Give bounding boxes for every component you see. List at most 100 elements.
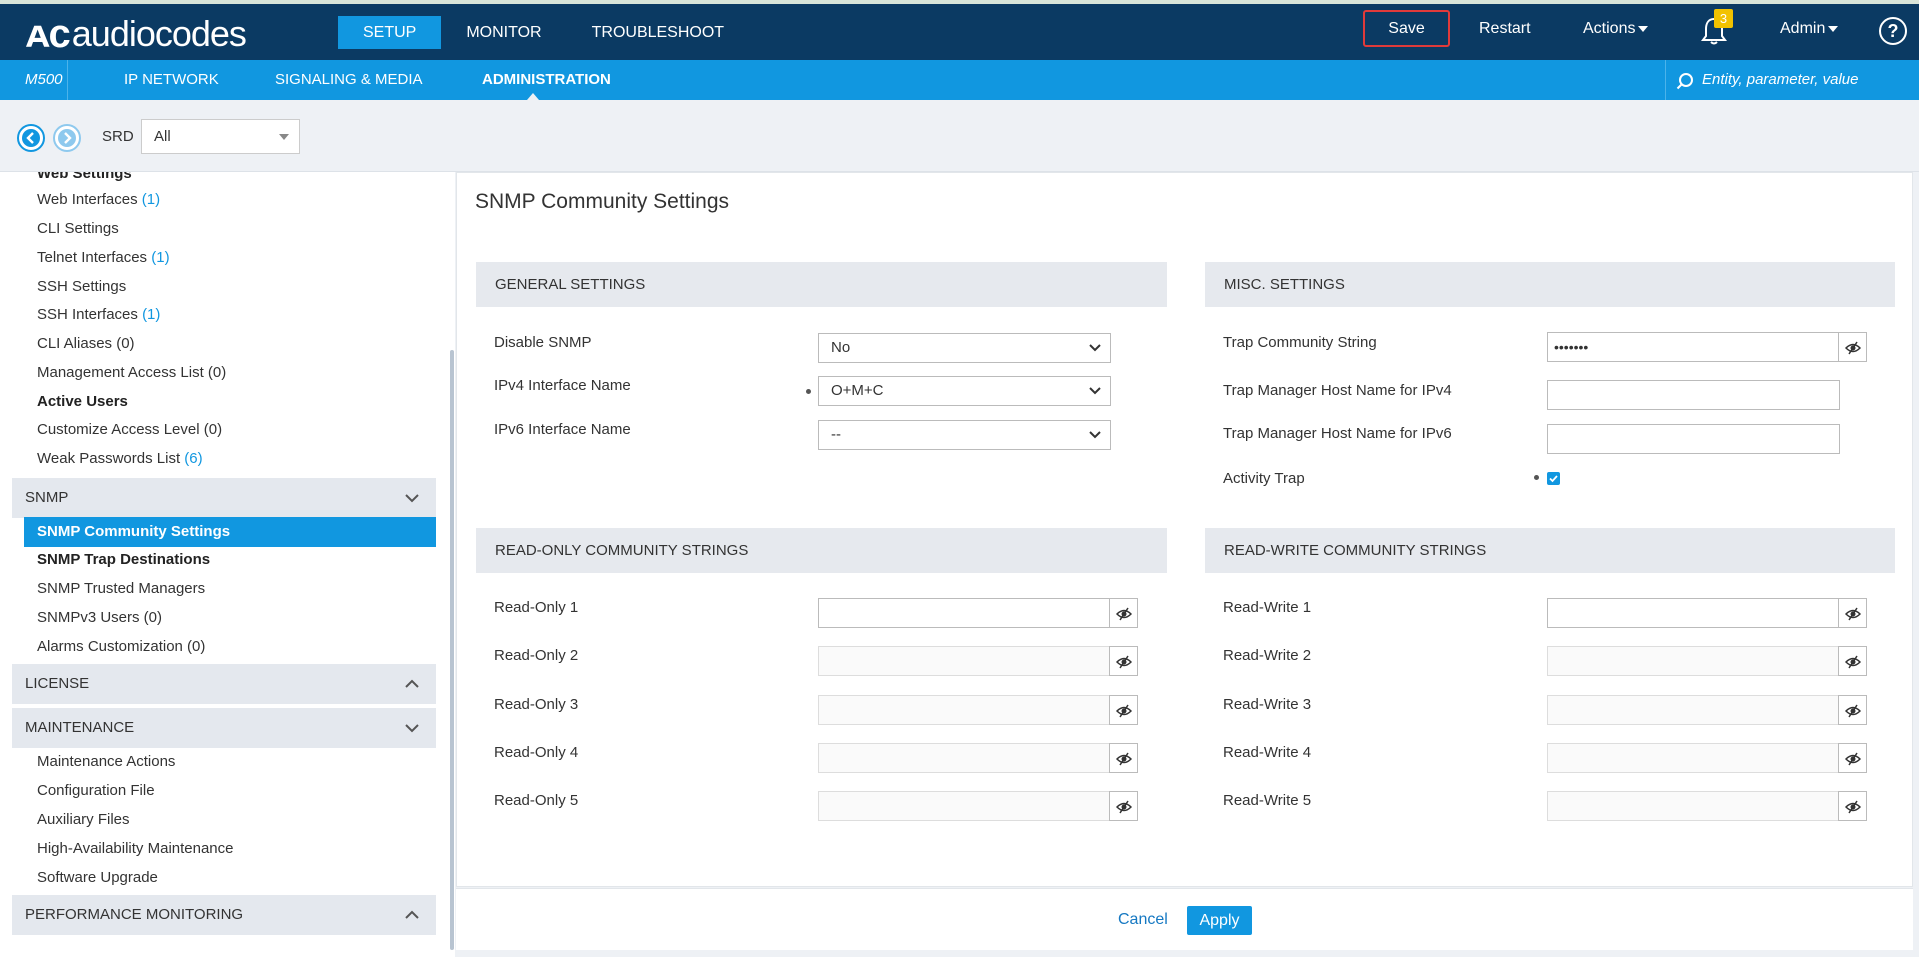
sidebar-item-cli-settings[interactable]: CLI Settings <box>37 220 119 237</box>
tab-troubleshoot[interactable]: TROUBLESHOOT <box>567 16 749 49</box>
eye-slash-icon <box>1845 800 1861 814</box>
trap-community-string-input[interactable]: ••••••• <box>1547 332 1840 362</box>
show-password-button[interactable] <box>1838 743 1867 773</box>
tab-signaling-media[interactable]: SIGNALING & MEDIA <box>275 60 423 100</box>
disable-snmp-select[interactable]: No <box>818 333 1111 363</box>
caret-down-icon <box>1828 25 1839 32</box>
arrow-left-icon <box>22 129 40 147</box>
sidebar-section-maintenance[interactable]: MAINTENANCE <box>12 708 436 748</box>
modified-indicator <box>1534 475 1539 480</box>
sidebar-item-configuration-file[interactable]: Configuration File <box>37 782 155 799</box>
read-write-1-label: Read-Write 1 <box>1223 599 1312 616</box>
tab-monitor[interactable]: MONITOR <box>441 16 566 49</box>
form-footer <box>456 888 1913 950</box>
chevron-up-icon <box>405 910 419 919</box>
sidebar-item-ssh-settings[interactable]: SSH Settings <box>37 278 126 295</box>
toolbar: SRD All <box>0 100 1919 172</box>
chevron-down-icon <box>1089 387 1101 395</box>
notification-badge: 3 <box>1714 9 1733 28</box>
apply-button[interactable]: Apply <box>1187 906 1252 935</box>
read-only-4-input[interactable] <box>818 743 1111 773</box>
show-password-button[interactable] <box>1838 332 1867 362</box>
save-button[interactable]: Save <box>1363 10 1450 47</box>
sidebar: Web Settings Web Interfaces (1) CLI Sett… <box>0 172 455 957</box>
show-password-button[interactable] <box>1838 695 1867 725</box>
read-write-3-input[interactable] <box>1547 695 1840 725</box>
disable-snmp-value: No <box>831 339 851 356</box>
show-password-button[interactable] <box>1109 743 1138 773</box>
sidebar-item-software-upgrade[interactable]: Software Upgrade <box>37 869 158 886</box>
tab-administration[interactable]: ADMINISTRATION <box>482 60 611 100</box>
srd-select[interactable]: All <box>141 119 300 154</box>
read-write-2-input[interactable] <box>1547 646 1840 676</box>
sidebar-section-license[interactable]: LICENSE <box>12 664 436 704</box>
sidebar-item-cli-aliases[interactable]: CLI Aliases (0) <box>37 335 135 352</box>
trap-manager-ipv4-input[interactable] <box>1547 380 1840 410</box>
sidebar-section-performance-monitoring[interactable]: PERFORMANCE MONITORING <box>12 895 436 935</box>
show-password-button[interactable] <box>1838 598 1867 628</box>
show-password-button[interactable] <box>1838 646 1867 676</box>
ipv4-interface-select[interactable]: O+M+C <box>818 376 1111 406</box>
eye-slash-icon <box>1116 704 1132 718</box>
tab-ip-network[interactable]: IP NETWORK <box>124 60 219 100</box>
sidebar-item-customize-access-level[interactable]: Customize Access Level (0) <box>37 421 222 438</box>
read-write-4-input[interactable] <box>1547 743 1840 773</box>
sidebar-item-high-availability-maintenance[interactable]: High-Availability Maintenance <box>37 840 234 857</box>
sidebar-section-snmp[interactable]: SNMP <box>12 478 436 518</box>
ipv4-interface-label: IPv4 Interface Name <box>494 377 631 394</box>
admin-menu[interactable]: Admin <box>1780 20 1839 38</box>
show-password-button[interactable] <box>1838 791 1867 821</box>
read-write-5-input[interactable] <box>1547 791 1840 821</box>
search-input[interactable]: Entity, parameter, value <box>1665 60 1919 100</box>
sidebar-item-snmp-trap-destinations[interactable]: SNMP Trap Destinations <box>37 551 210 568</box>
general-settings-heading: GENERAL SETTINGS <box>476 262 1167 307</box>
activity-trap-checkbox[interactable] <box>1547 472 1560 485</box>
sidebar-item-snmpv3-users[interactable]: SNMPv3 Users (0) <box>37 609 162 626</box>
forward-button[interactable] <box>53 124 81 152</box>
show-password-button[interactable] <box>1109 695 1138 725</box>
sidebar-item-active-users[interactable]: Active Users <box>37 393 128 410</box>
sidebar-item-web-interfaces[interactable]: Web Interfaces (1) <box>37 191 160 208</box>
trap-manager-ipv6-input[interactable] <box>1547 424 1840 454</box>
actions-menu[interactable]: Actions <box>1583 20 1649 38</box>
sidebar-item-alarms-customization[interactable]: Alarms Customization (0) <box>37 638 205 655</box>
device-name: M500 <box>0 60 68 100</box>
section-label: PERFORMANCE MONITORING <box>25 906 244 923</box>
modified-indicator <box>806 389 811 394</box>
read-write-2-label: Read-Write 2 <box>1223 647 1312 664</box>
cancel-button[interactable]: Cancel <box>1118 911 1168 929</box>
read-only-4-label: Read-Only 4 <box>494 744 579 761</box>
caret-down-icon <box>279 134 289 140</box>
sidebar-item-telnet-interfaces[interactable]: Telnet Interfaces (1) <box>37 249 170 266</box>
sidebar-item-snmp-community-settings[interactable]: SNMP Community Settings <box>24 517 436 547</box>
back-button[interactable] <box>17 124 45 152</box>
show-password-button[interactable] <box>1109 791 1138 821</box>
sidebar-item-management-access-list[interactable]: Management Access List (0) <box>37 364 226 381</box>
sidebar-item-snmp-trusted-managers[interactable]: SNMP Trusted Managers <box>37 580 205 597</box>
read-only-1-input[interactable] <box>818 598 1111 628</box>
sidebar-item-web-settings[interactable]: Web Settings <box>37 172 132 182</box>
search-icon <box>1676 73 1693 90</box>
read-only-2-input[interactable] <box>818 646 1111 676</box>
activity-trap-label: Activity Trap <box>1223 470 1305 487</box>
show-password-button[interactable] <box>1109 646 1138 676</box>
read-write-1-input[interactable] <box>1547 598 1840 628</box>
trap-manager-ipv4-label: Trap Manager Host Name for IPv4 <box>1223 382 1452 399</box>
sidebar-item-auxiliary-files[interactable]: Auxiliary Files <box>37 811 130 828</box>
read-only-5-label: Read-Only 5 <box>494 792 579 809</box>
help-icon[interactable]: ? <box>1879 17 1907 45</box>
restart-button[interactable]: Restart <box>1479 20 1531 38</box>
sidebar-item-maintenance-actions[interactable]: Maintenance Actions <box>37 753 175 770</box>
trap-community-string-label: Trap Community String <box>1223 334 1377 351</box>
eye-slash-icon <box>1845 704 1861 718</box>
sidebar-item-weak-passwords-list[interactable]: Weak Passwords List (6) <box>37 450 203 467</box>
sidebar-scrollbar[interactable] <box>450 350 454 950</box>
eye-slash-icon <box>1845 607 1861 621</box>
srd-value: All <box>154 128 171 145</box>
read-only-3-input[interactable] <box>818 695 1111 725</box>
ipv6-interface-select[interactable]: -- <box>818 420 1111 450</box>
show-password-button[interactable] <box>1109 598 1138 628</box>
read-only-5-input[interactable] <box>818 791 1111 821</box>
sidebar-item-ssh-interfaces[interactable]: SSH Interfaces (1) <box>37 306 160 323</box>
tab-setup[interactable]: SETUP <box>338 16 442 49</box>
